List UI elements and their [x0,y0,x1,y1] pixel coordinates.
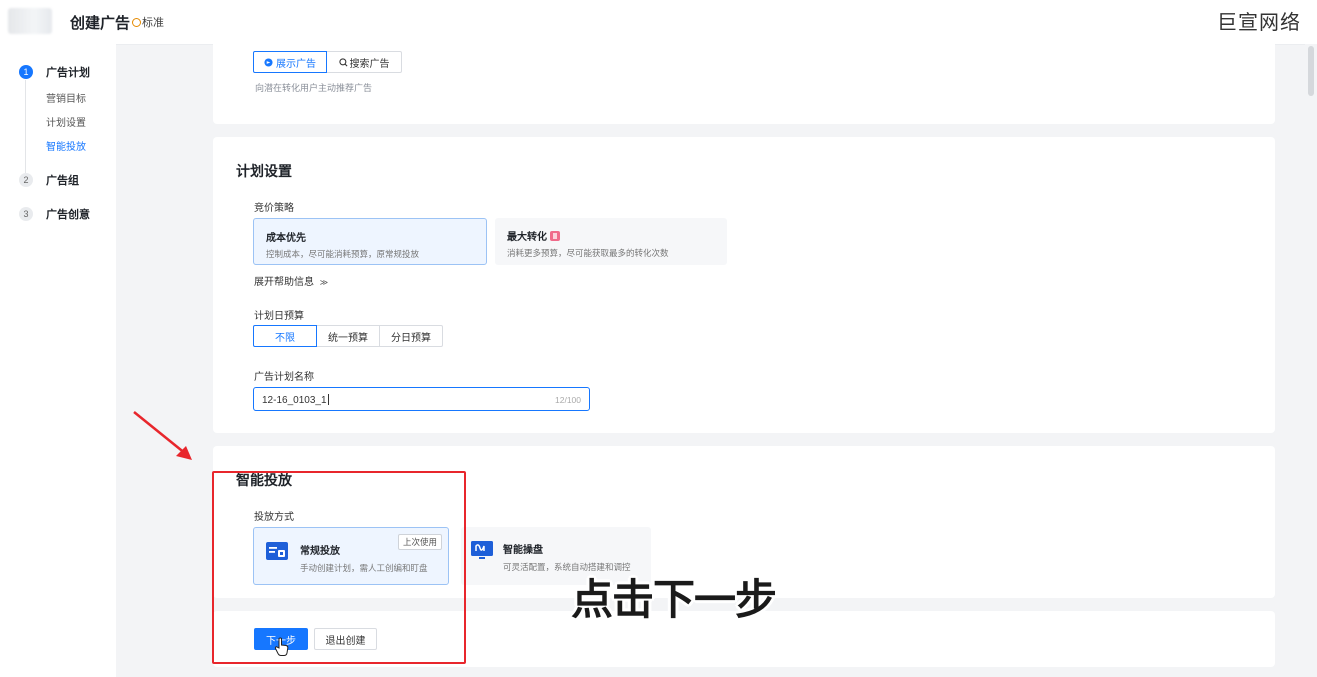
badge-label: 标准 [142,17,164,29]
display-icon [264,57,273,67]
step-ad-group[interactable]: 2 广告组 [19,172,79,188]
budget-unlimited[interactable]: 不限 [253,325,317,347]
substep-smart-delivery[interactable]: 智能投放 [46,138,86,153]
top-header: 创建广告 标准 巨宣网络 [0,0,1317,45]
monitor-icon [471,541,493,559]
step-number: 1 [19,65,33,79]
bid-option-title: 成本优先 [266,233,306,244]
app-logo [8,8,52,34]
bid-option-desc: 控制成本，尽可能消耗预算，原常规投放 [266,249,420,259]
daily-budget-label: 计划日预算 [254,311,304,322]
ad-type-display[interactable]: 展示广告 [253,51,327,73]
highlight-box [212,471,466,664]
step-ad-plan[interactable]: 1 广告计划 [19,64,90,80]
section-title: 计划设置 [236,163,292,179]
step-label: 广告组 [46,175,79,187]
substep-plan-settings[interactable]: 计划设置 [46,114,86,129]
substep-marketing-goal[interactable]: 营销目标 [46,90,86,105]
ad-type-search[interactable]: 搜索广告 [326,51,402,73]
ad-type-hint: 向潜在转化用户主动推荐广告 [255,83,373,93]
plan-name-label: 广告计划名称 [254,372,314,383]
mode-title: 智能操盘 [503,545,543,556]
bid-option-cost-first[interactable]: 成本优先 控制成本，尽可能消耗预算，原常规投放 [253,218,487,265]
plan-name-count: 12/100 [555,395,581,405]
step-number: 3 [19,207,33,221]
bid-option-title: 最大转化 [507,228,560,243]
page-title: 创建广告 [70,15,131,32]
hot-tag-icon [550,231,560,241]
bid-option-desc: 消耗更多预算，尽可能获取最多的转化次数 [507,248,669,258]
ad-type-display-label: 展示广告 [276,58,316,70]
watermark-text: 巨宣网络 [1217,12,1301,34]
overlay-caption: 点击下一步 [571,576,777,623]
bid-option-max-conversion[interactable]: 最大转化 消耗更多预算，尽可能获取最多的转化次数 [495,218,727,265]
ad-type-panel: 展示广告 搜索广告 向潜在转化用户主动推荐广告 [213,44,1275,124]
step-sidebar: 1 广告计划 营销目标 计划设置 智能投放 2 广告组 3 广告创意 [0,44,116,677]
scrollbar-thumb[interactable] [1308,46,1314,96]
ad-type-search-label: 搜索广告 [349,58,390,70]
step-label: 广告创意 [46,209,90,221]
search-icon [338,57,347,66]
step-number: 2 [19,173,33,187]
badge-circle-icon [132,17,141,27]
step-label: 广告计划 [46,67,90,79]
budget-daily[interactable]: 分日预算 [379,325,443,347]
red-arrow-icon [133,411,192,460]
plan-name-input[interactable]: 12-16_0103_1 12/100 [253,387,590,411]
budget-unified[interactable]: 统一预算 [316,325,380,347]
plan-settings-panel: 计划设置 竞价策略 成本优先 控制成本，尽可能消耗预算，原常规投放 最大转化 消… [213,137,1275,433]
daily-budget-selector: 不限 统一预算 分日预算 [253,325,443,347]
scrollbar[interactable] [1305,44,1317,677]
step-connector [25,80,26,176]
expand-help-link[interactable]: 展开帮助信息 ≫ [254,273,328,288]
ad-type-selector: 展示广告 搜索广告 [253,51,402,73]
step-ad-creative[interactable]: 3 广告创意 [19,206,90,222]
double-chevron-down-icon: ≫ [319,278,329,287]
edition-badge: 标准 [132,14,164,30]
plan-name-value: 12-16_0103_1 [262,394,329,406]
bid-strategy-label: 竞价策略 [254,203,294,214]
